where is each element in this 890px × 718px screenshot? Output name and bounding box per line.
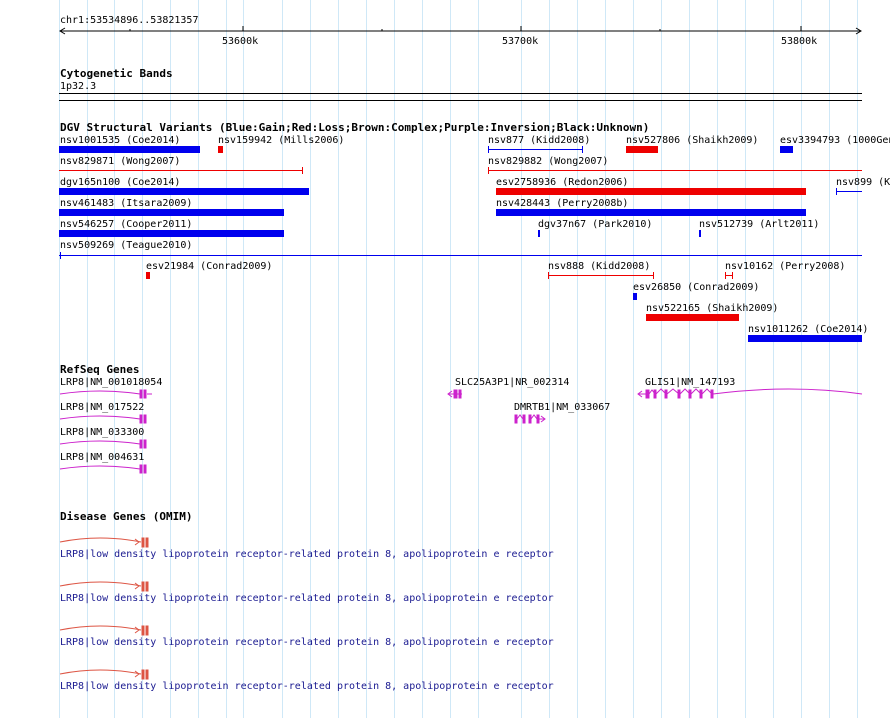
omim-label[interactable]: LRP8|low density lipoprotein receptor-re… (60, 637, 554, 648)
omim-label[interactable]: LRP8|low density lipoprotein receptor-re… (60, 549, 554, 560)
omim-label[interactable]: LRP8|low density lipoprotein receptor-re… (60, 593, 554, 604)
omim-gene-models (59, 537, 149, 680)
omim-label[interactable]: LRP8|low density lipoprotein receptor-re… (60, 681, 554, 692)
genome-browser-panel: chr1:53534896..53821357 53600k 53700k 53… (0, 0, 890, 718)
